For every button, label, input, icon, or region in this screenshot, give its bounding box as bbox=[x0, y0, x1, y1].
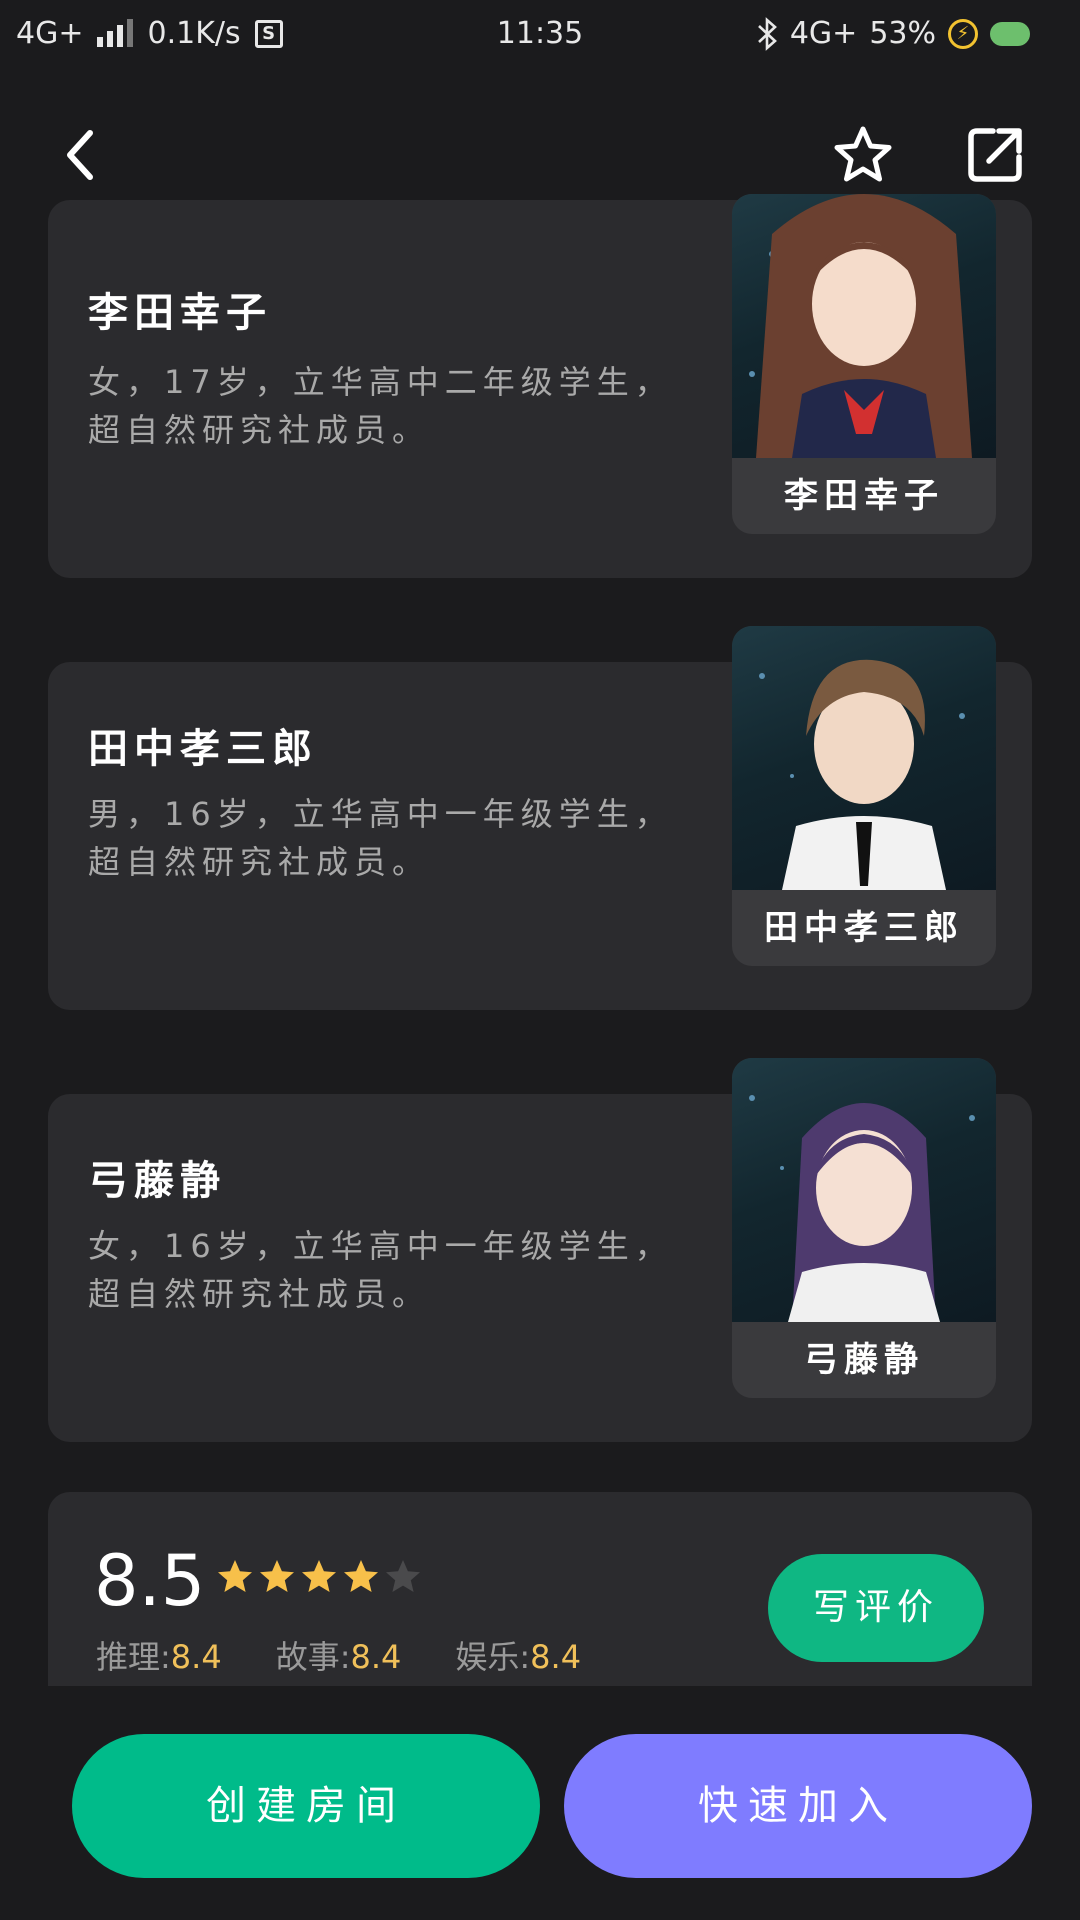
network-type-2: 4G+ bbox=[789, 16, 858, 51]
sub-scores: 推理:8.4 故事:8.4 娱乐:8.4 bbox=[96, 1632, 581, 1678]
status-right: 4G+ 53% ⚡ bbox=[756, 16, 1030, 51]
portrait-label: 李田幸子 bbox=[784, 476, 944, 516]
portrait-image bbox=[732, 1058, 996, 1322]
create-room-button[interactable]: 创建房间 bbox=[72, 1734, 540, 1878]
character-illustration bbox=[759, 659, 965, 890]
portrait-label: 弓藤静 bbox=[804, 1340, 924, 1380]
star-outline-icon bbox=[834, 126, 892, 182]
character-description: 男，16岁，立华高中一年级学生，超自然研究社成员。 bbox=[88, 795, 673, 881]
cloud-icon bbox=[990, 21, 1030, 46]
character-description: 女，17岁，立华高中二年级学生，超自然研究社成员。 bbox=[88, 363, 673, 449]
back-button[interactable] bbox=[45, 120, 115, 190]
sub-score-story: 故事:8.4 bbox=[275, 1638, 402, 1676]
character-description: 女，16岁，立华高中一年级学生，超自然研究社成员。 bbox=[88, 1227, 673, 1313]
share-icon bbox=[968, 128, 1022, 182]
chevron-left-icon bbox=[67, 130, 93, 180]
star-empty-icon bbox=[386, 1560, 420, 1592]
rating-card: 8.5 推理:8.4 故事:8.4 娱乐:8.4 写评价 bbox=[48, 1492, 1032, 1686]
star-filled-icon bbox=[302, 1560, 336, 1592]
favorite-button[interactable] bbox=[828, 120, 898, 190]
star-rating bbox=[216, 1558, 422, 1596]
character-name: 田中孝三郎 bbox=[88, 726, 318, 772]
star-filled-icon bbox=[260, 1560, 294, 1592]
status-bar: 4G+ 0.1K/s S 11:35 4G+ 53% ⚡ bbox=[0, 0, 1080, 70]
battery-level: 53% bbox=[869, 16, 936, 51]
sub-score-fun: 娱乐:8.4 bbox=[455, 1638, 582, 1676]
portrait-image bbox=[732, 626, 996, 890]
write-review-button[interactable]: 写评价 bbox=[768, 1554, 984, 1662]
character-portrait[interactable]: 李田幸子 bbox=[732, 194, 996, 534]
quick-join-button[interactable]: 快速加入 bbox=[564, 1734, 1032, 1878]
character-portrait[interactable]: 弓藤静 bbox=[732, 1058, 996, 1398]
character-name: 李田幸子 bbox=[88, 290, 272, 336]
character-portrait[interactable]: 田中孝三郎 bbox=[732, 626, 996, 966]
charging-icon: ⚡ bbox=[948, 18, 978, 49]
star-filled-icon bbox=[344, 1560, 378, 1592]
portrait-image bbox=[732, 194, 996, 458]
star-filled-icon bbox=[218, 1560, 252, 1592]
character-illustration bbox=[749, 1095, 975, 1322]
overall-score: 8.5 bbox=[94, 1540, 206, 1622]
portrait-label: 田中孝三郎 bbox=[764, 908, 964, 948]
sub-score-reasoning: 推理:8.4 bbox=[96, 1638, 222, 1676]
character-name: 弓藤静 bbox=[88, 1158, 226, 1204]
character-illustration bbox=[749, 194, 972, 458]
bluetooth-icon bbox=[757, 16, 777, 51]
share-button[interactable] bbox=[960, 120, 1030, 190]
